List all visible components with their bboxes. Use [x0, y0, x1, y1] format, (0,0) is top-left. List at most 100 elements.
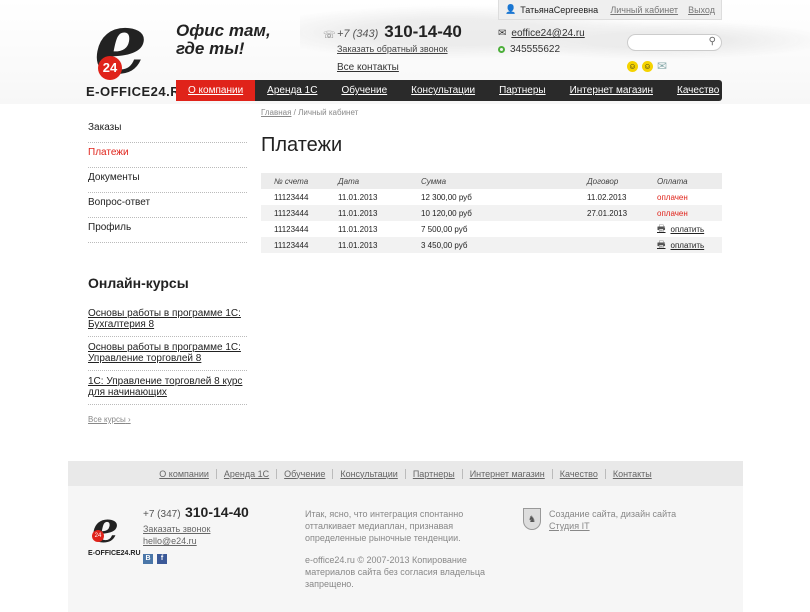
header: e 24 E-OFFICE24.RU Офис там, где ты! ☏ +… [0, 0, 810, 104]
cell-pay: 🖶 оплатить [644, 221, 722, 237]
courses-title: Онлайн-курсы [88, 275, 189, 291]
contact-block: ✉ eoffice24@24.ru 345555622 [498, 28, 585, 60]
footer-logo-mark: e [92, 503, 119, 552]
column-header: № счета [274, 176, 309, 186]
social-links: В f [143, 554, 167, 564]
footer-callback-link[interactable]: Заказать звонок [143, 524, 249, 534]
studio-text: Создание сайта, дизайн сайта [549, 509, 677, 519]
breadcrumb-current: Личный кабинет [298, 108, 359, 117]
column-header: Сумма [421, 176, 447, 186]
exit-link[interactable]: Выход [688, 5, 715, 15]
footer-nav-item[interactable]: Качество [551, 468, 605, 479]
footer-nav-item[interactable]: Обучение [276, 468, 332, 479]
breadcrumb: Главная / Личный кабинет [261, 108, 722, 117]
footer-text: Итак, ясно, что интеграция спонтанно отт… [305, 509, 464, 543]
nav-item[interactable]: Консультации [399, 80, 487, 101]
neutral-smile-icon[interactable]: ☺ [642, 61, 653, 72]
smile-icon[interactable]: ☺ [627, 61, 638, 72]
printer-icon: 🖶 [657, 223, 666, 233]
email-link[interactable]: eoffice24@24.ru [511, 28, 584, 39]
slogan-line-2: где ты! [176, 39, 245, 58]
nav-item[interactable]: Качество [665, 80, 731, 101]
nav-item[interactable]: Интернет магазин [558, 80, 665, 101]
chevron-right-icon: › [127, 415, 131, 424]
footer-logo[interactable]: e 24 E-OFFICE24.RU [88, 503, 141, 558]
sidebar-item[interactable]: Вопрос-ответ [88, 193, 247, 218]
footer-nav-item[interactable]: Интернет магазин [461, 468, 552, 479]
studio-link[interactable]: Студия IT [549, 521, 590, 531]
nav-item[interactable]: Аренда 1С [255, 80, 329, 101]
footer-logo-badge: 24 [92, 530, 104, 542]
user: 👤 ТатьянаСергеевна [505, 4, 598, 15]
course-link[interactable]: Основы работы в программе 1С: Бухгалтери… [88, 303, 247, 337]
cell-date: 11.01.2013 [338, 240, 378, 250]
sidebar-item[interactable]: Профиль [88, 218, 247, 243]
footer-logo-text: E-OFFICE24.RU [88, 550, 141, 557]
course-link[interactable]: 1С: Управление торговлей 8 курс для начи… [88, 371, 247, 405]
pay-link[interactable]: 🖶 оплатить [657, 237, 704, 253]
cell-sum: 7 500,00 руб [421, 224, 468, 234]
pay-label: оплатить [670, 224, 705, 234]
breadcrumb-home[interactable]: Главная [261, 108, 291, 117]
slogan-line-1: Офис там, [176, 21, 271, 40]
slogan: Офис там, где ты! [176, 22, 271, 58]
vk-icon[interactable]: В [143, 554, 153, 564]
user-bar: 👤 ТатьянаСергеевна Личный кабинет Выход [498, 0, 722, 20]
nav-item[interactable]: О компании [176, 80, 256, 101]
search-input[interactable]: ⚲ [627, 34, 722, 51]
cell-date: 11.01.2013 [338, 224, 378, 234]
logo[interactable]: e 24 E-OFFICE24.RU [86, 2, 190, 100]
main-content: Главная / Личный кабинет Платежи № счета… [261, 108, 722, 253]
nav-item[interactable]: Партнеры [487, 80, 558, 101]
footer-nav-item[interactable]: Контакты [604, 468, 659, 479]
cell-invoice: 11123444 [274, 224, 309, 234]
smileys: ☺ ☺ ✉ [627, 60, 670, 72]
cell-invoice: 11123444 [274, 208, 309, 218]
footer-phone-block: +7 (347) 310-14-40 Заказать звонок hello… [143, 504, 249, 546]
payments-table: № счета Дата Сумма Договор Оплата 11123444 11… [261, 173, 722, 253]
envelope-icon[interactable]: ✉ [657, 60, 670, 72]
cell-sum: 10 120,00 руб [421, 208, 472, 218]
pay-label: оплатить [670, 240, 705, 250]
icq-number: 345555622 [510, 44, 561, 55]
pay-link[interactable]: 🖶 оплатить [657, 221, 704, 237]
footer-email-link[interactable]: hello@e24.ru [143, 536, 249, 546]
footer-nav-item[interactable]: О компании [152, 469, 216, 479]
status-paid: оплачен [657, 192, 688, 202]
cell-contract: 11.02.2013 [587, 192, 627, 202]
table-body: 11123444 11.01.2013 12 300,00 руб 11.02.201… [261, 189, 722, 253]
cell-contract [574, 237, 644, 253]
status-paid: оплачен [657, 208, 688, 218]
logo-badge: 24 [98, 56, 122, 80]
footer-nav-item[interactable]: Аренда 1С [215, 468, 276, 479]
cell-contract [574, 221, 644, 237]
footer-nav: О компании Аренда 1С Обучение Консультации П… [68, 461, 743, 486]
cell-invoice: 11123444 [274, 192, 309, 202]
callback-link[interactable]: Заказать обратный звонок [337, 44, 462, 54]
user-icon: 👤 [505, 4, 517, 14]
column-header: Оплата [657, 176, 688, 186]
sidebar: Заказы Платежи Документы Вопрос-ответ Профил… [88, 118, 247, 424]
user-name: ТатьянаСергеевна [520, 4, 599, 15]
column-header: Дата [338, 176, 360, 186]
phone-code: +7 (343) [337, 28, 379, 40]
nav-item[interactable]: Обучение [329, 80, 399, 101]
facebook-icon[interactable]: f [157, 554, 167, 564]
cell-contract: 27.01.2013 [587, 208, 628, 218]
studio-shield-icon: ♞ [523, 508, 541, 530]
search-icon[interactable]: ⚲ [709, 36, 716, 47]
contacts-link[interactable]: Все контакты [337, 62, 462, 73]
cabinet-link[interactable]: Личный кабинет [610, 5, 678, 15]
footer-nav-item[interactable]: Партнеры [404, 468, 462, 479]
sidebar-item[interactable]: Заказы [88, 118, 247, 143]
course-link[interactable]: Основы работы в программе 1С: Управление… [88, 337, 247, 371]
sidebar-item[interactable]: Платежи [88, 143, 247, 168]
mail-icon: ✉ [498, 28, 507, 39]
studio-block: ♞ Создание сайта, дизайн сайта Студия IT [523, 508, 676, 532]
all-courses-link[interactable]: Все курсы › [88, 415, 247, 424]
courses-list: Основы работы в программе 1С: Бухгалтери… [88, 303, 247, 405]
sidebar-item[interactable]: Документы [88, 168, 247, 193]
sidebar-menu: Заказы Платежи Документы Вопрос-ответ Профил… [88, 118, 247, 243]
cell-date: 11.01.2013 [338, 192, 378, 202]
footer-nav-item[interactable]: Консультации [332, 468, 405, 479]
